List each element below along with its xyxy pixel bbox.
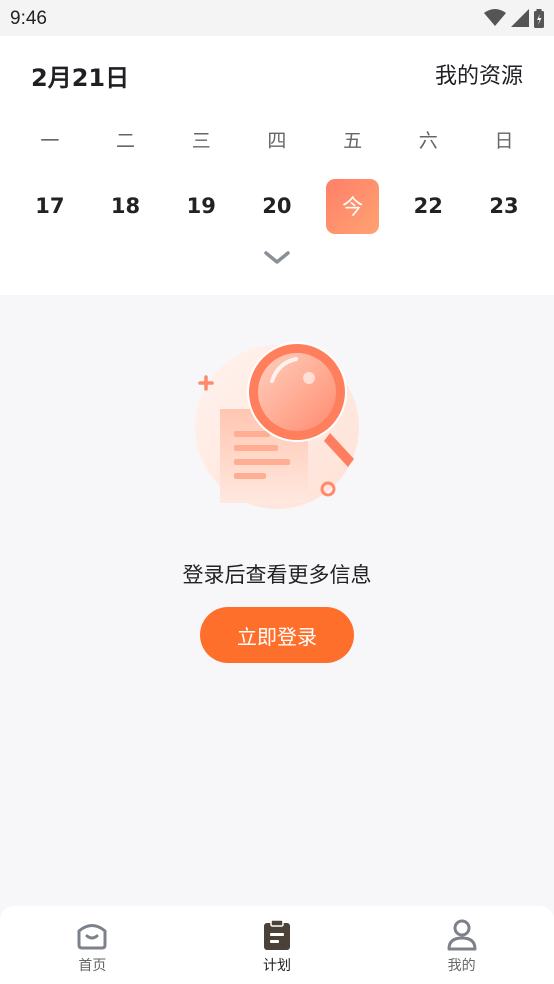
calendar-day[interactable]: 18 — [88, 178, 164, 234]
empty-search-illustration — [195, 342, 359, 509]
tab-label: 首页 — [78, 958, 107, 974]
home-icon — [77, 924, 107, 950]
weekday-label: 二 — [116, 129, 136, 152]
bottom-tab-bar: 首页 计划 我的 — [0, 906, 554, 984]
day-row: 17 18 19 20 今 22 23 — [12, 178, 542, 234]
tab-label: 计划 — [263, 958, 291, 974]
tab-label: 我的 — [447, 958, 476, 974]
calendar-day[interactable]: 20 — [239, 178, 315, 234]
weekday-label: 四 — [267, 129, 287, 152]
my-resources-link[interactable]: 我的资源 — [435, 58, 523, 90]
status-icons — [484, 8, 544, 28]
app-screen: 9:46 2月21日 我的资源 一 二 三 四 五 六 日 17 18 19 2… — [0, 0, 554, 984]
tab-home[interactable]: 首页 — [0, 906, 185, 984]
weekday-label: 一 — [40, 129, 60, 152]
today-badge: 今 — [326, 178, 380, 234]
wifi-icon — [484, 9, 506, 26]
calendar-day[interactable]: 17 — [12, 178, 88, 234]
status-time: 9:46 — [10, 8, 47, 29]
weekday-row: 一 二 三 四 五 六 日 — [12, 126, 542, 152]
weekday-label: 日 — [494, 129, 514, 152]
calendar-day[interactable]: 23 — [466, 178, 542, 234]
calendar-day-today[interactable]: 今 — [315, 178, 391, 234]
calendar-day[interactable]: 22 — [390, 178, 466, 234]
weekday-label: 五 — [343, 129, 363, 152]
calendar-day[interactable]: 19 — [163, 178, 239, 234]
login-button[interactable]: 立即登录 — [200, 607, 354, 663]
tab-mine[interactable]: 我的 — [369, 906, 554, 984]
tab-plan[interactable]: 计划 — [185, 906, 370, 984]
empty-state-message: 登录后查看更多信息 — [182, 563, 372, 587]
clipboard-icon — [264, 919, 290, 950]
signal-icon — [511, 9, 529, 27]
weekday-label: 三 — [191, 129, 211, 152]
chevron-down-icon[interactable] — [263, 250, 291, 266]
user-icon — [447, 919, 477, 951]
status-bar: 9:46 — [0, 0, 554, 36]
date-title: 2月21日 — [31, 64, 130, 92]
calendar-panel: 2月21日 我的资源 一 二 三 四 五 六 日 17 18 19 20 今 2… — [0, 36, 554, 295]
battery-icon — [534, 8, 544, 28]
weekday-label: 六 — [418, 129, 438, 152]
